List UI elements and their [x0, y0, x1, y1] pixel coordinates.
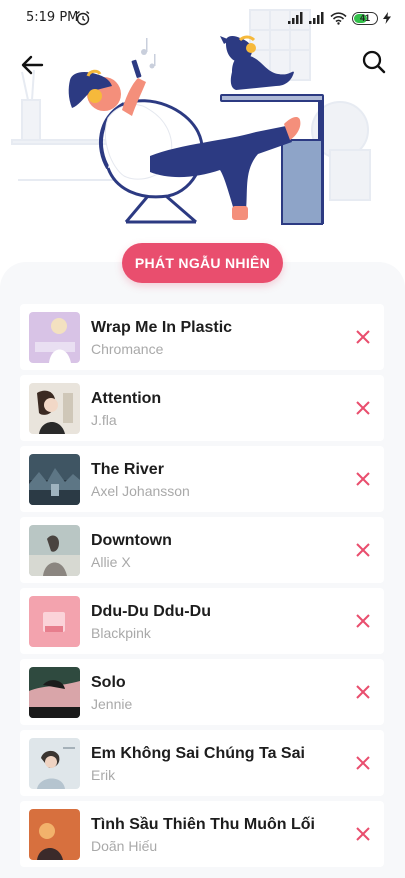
- remove-song-icon[interactable]: [352, 397, 374, 419]
- back-button[interactable]: [18, 50, 48, 80]
- battery-level: 41: [359, 13, 370, 23]
- song-title: Downtown: [91, 532, 172, 549]
- signal-icon: [288, 12, 303, 24]
- album-cover: [29, 667, 80, 718]
- status-time: 5:19 PM: [26, 10, 79, 25]
- remove-song-icon[interactable]: [352, 539, 374, 561]
- song-row[interactable]: The River Axel Johansson: [20, 446, 384, 512]
- song-title: Em Không Sai Chúng Ta Sai: [91, 745, 305, 762]
- song-list: Wrap Me In Plastic Chromance Attention J…: [20, 304, 384, 872]
- remove-song-icon[interactable]: [352, 610, 374, 632]
- charging-bolt-icon: [383, 12, 391, 24]
- album-cover: [29, 454, 80, 505]
- song-artist: Chromance: [91, 341, 164, 357]
- shuffle-play-button[interactable]: PHÁT NGẪU NHIÊN: [122, 243, 283, 283]
- song-row[interactable]: Ddu-Du Ddu-Du Blackpink: [20, 588, 384, 654]
- song-list-panel: Wrap Me In Plastic Chromance Attention J…: [0, 262, 405, 878]
- album-cover: [29, 809, 80, 860]
- song-row[interactable]: Downtown Allie X: [20, 517, 384, 583]
- song-title: Wrap Me In Plastic: [91, 319, 233, 336]
- hero-illustration: [0, 0, 405, 262]
- song-artist: Erik: [91, 767, 116, 783]
- arrow-left-icon: [21, 55, 44, 75]
- song-title: The River: [91, 461, 164, 478]
- song-title: Tình Sầu Thiên Thu Muôn Lối: [91, 816, 315, 833]
- song-artist: Axel Johansson: [91, 483, 190, 499]
- song-row[interactable]: Solo Jennie: [20, 659, 384, 725]
- album-cover: [29, 383, 80, 434]
- song-row[interactable]: Attention J.fla: [20, 375, 384, 441]
- song-artist: Allie X: [91, 554, 131, 570]
- song-row[interactable]: Tình Sầu Thiên Thu Muôn Lối Doãn Hiếu: [20, 801, 384, 867]
- song-title: Attention: [91, 390, 162, 407]
- remove-song-icon[interactable]: [352, 326, 374, 348]
- signal-icon-2: [309, 12, 324, 24]
- song-artist: Blackpink: [91, 625, 151, 641]
- alarm-clock-icon: [76, 10, 90, 26]
- battery-indicator: 41: [352, 11, 378, 25]
- album-cover: [29, 738, 80, 789]
- person-with-dog-illustration: [11, 9, 371, 225]
- song-artist: Jennie: [91, 696, 133, 712]
- song-artist: J.fla: [91, 412, 117, 428]
- song-row[interactable]: Wrap Me In Plastic Chromance: [20, 304, 384, 370]
- status-indicators: 41: [288, 9, 391, 27]
- album-cover: [29, 312, 80, 363]
- search-button[interactable]: [359, 47, 389, 77]
- search-icon: [362, 50, 386, 74]
- album-cover: [29, 525, 80, 576]
- remove-song-icon[interactable]: [352, 681, 374, 703]
- album-cover: [29, 596, 80, 647]
- status-bar: 5:19 PM 41: [0, 0, 405, 36]
- song-artist: Doãn Hiếu: [91, 838, 158, 854]
- remove-song-icon[interactable]: [352, 823, 374, 845]
- wifi-icon: [330, 11, 347, 25]
- song-title: Ddu-Du Ddu-Du: [91, 603, 211, 620]
- remove-song-icon[interactable]: [352, 752, 374, 774]
- remove-song-icon[interactable]: [352, 468, 374, 490]
- song-row[interactable]: Em Không Sai Chúng Ta Sai Erik: [20, 730, 384, 796]
- song-title: Solo: [91, 674, 126, 691]
